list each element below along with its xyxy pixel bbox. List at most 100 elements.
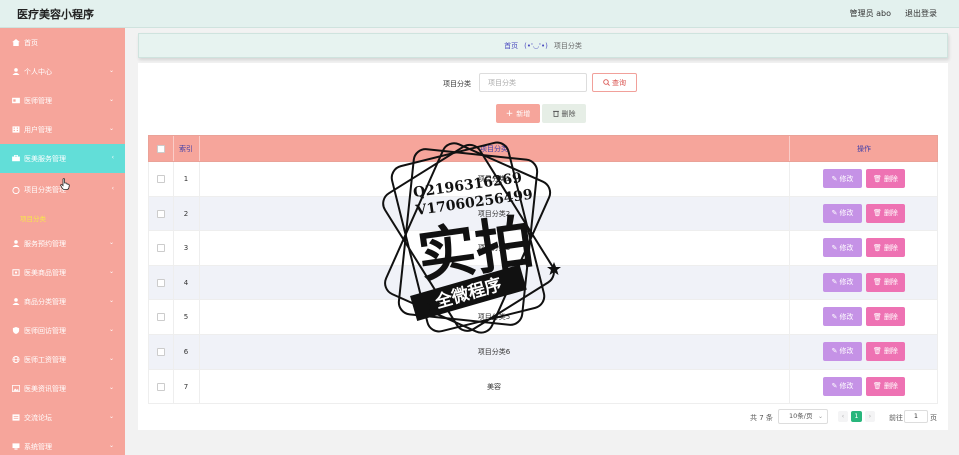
delete-button[interactable]: 🗑 删除 <box>866 169 905 188</box>
select-all-checkbox[interactable] <box>157 145 165 153</box>
edit-button[interactable]: ✎ 修改 <box>823 238 862 258</box>
table-row: 2 项目分类2 ✎ 修改 🗑 删除 <box>148 196 938 232</box>
sidebar-item-followup[interactable]: 医师回访管理 ⌄ <box>0 316 125 345</box>
prev-page-button[interactable]: ‹ <box>838 411 848 422</box>
edit-icon: ✎ <box>831 243 838 252</box>
row-checkbox[interactable] <box>157 347 165 356</box>
row-index: 7 <box>183 382 189 391</box>
edit-icon: ✎ <box>831 174 838 183</box>
chevron-down-icon: ⌄ <box>108 268 114 275</box>
page-size-select[interactable]: 10条/页 ⌄ <box>778 409 828 424</box>
add-button[interactable]: + 新增 <box>496 104 540 123</box>
delete-button[interactable]: 🗑 删除 <box>866 376 905 396</box>
row-name: 项目分类4 <box>477 278 511 287</box>
sidebar-item-news[interactable]: 医美资讯管理 ⌄ <box>0 374 125 403</box>
delete-button[interactable]: 🗑 删除 <box>866 307 905 327</box>
sidebar-item-forum[interactable]: 交流论坛 ⌄ <box>0 403 125 432</box>
trash-icon: 🗑 <box>873 278 882 287</box>
edit-button[interactable]: ✎ 修改 <box>823 341 862 361</box>
query-button[interactable]: 查询 <box>592 73 637 92</box>
delete-button[interactable]: 🗑 删除 <box>866 341 905 361</box>
row-index: 1 <box>183 175 189 183</box>
edit-button[interactable]: ✎ 修改 <box>823 376 862 396</box>
chevron-down-icon: ⌄ <box>108 413 114 420</box>
edit-icon: ✎ <box>831 209 838 218</box>
user-icon <box>12 298 20 305</box>
hand-cursor-icon <box>60 178 70 190</box>
logout-link[interactable]: 退出登录 <box>905 8 937 19</box>
current-page[interactable]: 1 <box>851 411 862 422</box>
edit-button[interactable]: ✎ 修改 <box>823 272 862 292</box>
add-button-label: 新增 <box>516 109 531 118</box>
id-card-icon <box>12 97 20 104</box>
plus-icon: + <box>505 108 514 119</box>
sidebar-item-label: 用户管理 <box>24 125 52 134</box>
query-button-label: 查询 <box>612 78 626 87</box>
row-checkbox[interactable] <box>157 244 165 253</box>
row-name: 项目分类6 <box>477 347 511 356</box>
edit-button[interactable]: ✎ 修改 <box>823 307 862 327</box>
sidebar-item-label: 首页 <box>24 38 38 47</box>
row-index: 3 <box>183 244 189 253</box>
sidebar-item-home[interactable]: 首页 <box>0 28 125 57</box>
page-size-value: 10条/页 <box>789 412 813 420</box>
table-row: 7 美容 ✎ 修改 🗑 删除 <box>148 369 938 405</box>
edit-label: 修改 <box>839 278 854 287</box>
edit-icon: ✎ <box>831 278 838 287</box>
table-row: 1 项目分类1 ✎ 修改 🗑 删除 <box>148 162 938 197</box>
content-panel: 项目分类 查询 + 新增 删除 索引 项目分类 操作 <box>138 63 948 430</box>
sidebar-item-label: 个人中心 <box>24 67 52 76</box>
sidebar-item-label: 医美服务管理 <box>24 154 66 163</box>
row-name: 项目分类3 <box>477 244 511 253</box>
sidebar-item-label: 服务预约管理 <box>24 239 66 248</box>
delete-button[interactable]: 🗑 删除 <box>866 272 905 292</box>
row-name: 项目分类5 <box>477 313 511 322</box>
header-index: 索引 <box>179 145 193 153</box>
edit-button[interactable]: ✎ 修改 <box>823 169 862 188</box>
row-checkbox[interactable] <box>157 175 165 183</box>
sidebar-item-label: 医美资讯管理 <box>24 384 66 393</box>
delete-button[interactable]: 🗑 删除 <box>866 238 905 258</box>
edit-label: 修改 <box>839 382 854 391</box>
trash-icon: 🗑 <box>873 209 882 218</box>
edit-button[interactable]: ✎ 修改 <box>823 203 862 223</box>
sidebar-item-salary[interactable]: 医师工资管理 ⌄ <box>0 345 125 374</box>
edit-label: 修改 <box>839 347 854 356</box>
sidebar-item-users[interactable]: 用户管理 ⌄ <box>0 115 125 144</box>
sidebar-item-system[interactable]: 系统管理 ⌄ <box>0 432 125 455</box>
row-checkbox[interactable] <box>157 278 165 287</box>
building-icon <box>12 126 20 133</box>
sidebar: 首页 个人中心 ⌄ 医师管理 ⌄ 用户管理 ⌄ 医美服务管理 ‹ 项目分类管理 … <box>0 28 125 455</box>
goto-page-input[interactable]: 1 <box>904 410 928 423</box>
table-header: 索引 项目分类 操作 <box>148 135 938 162</box>
sidebar-item-personal-center[interactable]: 个人中心 ⌄ <box>0 57 125 86</box>
chevron-down-icon: ⌄ <box>108 67 114 74</box>
sidebar-item-goods-category[interactable]: 商品分类管理 ⌄ <box>0 287 125 316</box>
pagination: 共 7 条 10条/页 ⌄ ‹ 1 › 前往 1 页 <box>138 409 948 425</box>
data-table: 索引 项目分类 操作 1 项目分类1 ✎ 修改 🗑 删除 2 项目分类2 ✎ 修改 <box>148 135 938 405</box>
batch-delete-button[interactable]: 删除 <box>542 104 586 123</box>
sidebar-item-beauty-service[interactable]: 医美服务管理 ‹ <box>0 144 125 173</box>
chevron-down-icon: ⌄ <box>108 125 114 132</box>
sidebar-item-appointments[interactable]: 服务预约管理 ⌄ <box>0 229 125 258</box>
breadcrumb-home[interactable]: 首页 <box>504 41 518 51</box>
sidebar-subitem-category[interactable]: 项目分类 <box>0 207 125 229</box>
row-checkbox[interactable] <box>157 209 165 218</box>
globe-icon <box>12 356 20 363</box>
header-ops: 操作 <box>857 145 871 153</box>
row-checkbox[interactable] <box>157 382 165 391</box>
breadcrumb: 首页 (•'◡'•) 项目分类 <box>138 33 948 58</box>
edit-icon: ✎ <box>831 312 838 321</box>
sidebar-item-label: 商品分类管理 <box>24 297 66 306</box>
search-input[interactable] <box>479 73 587 92</box>
sidebar-item-doctors[interactable]: 医师管理 ⌄ <box>0 86 125 115</box>
sidebar-item-goods[interactable]: 医美商品管理 ⌄ <box>0 258 125 287</box>
service-icon <box>12 155 20 162</box>
row-name: 项目分类1 <box>477 175 511 183</box>
sidebar-item-label: 医师回访管理 <box>24 326 66 335</box>
delete-button[interactable]: 🗑 删除 <box>866 203 905 223</box>
breadcrumb-emoticon: (•'◡'•) <box>524 41 548 50</box>
row-checkbox[interactable] <box>157 313 165 322</box>
batch-delete-label: 删除 <box>561 109 576 118</box>
next-page-button[interactable]: › <box>865 411 875 422</box>
